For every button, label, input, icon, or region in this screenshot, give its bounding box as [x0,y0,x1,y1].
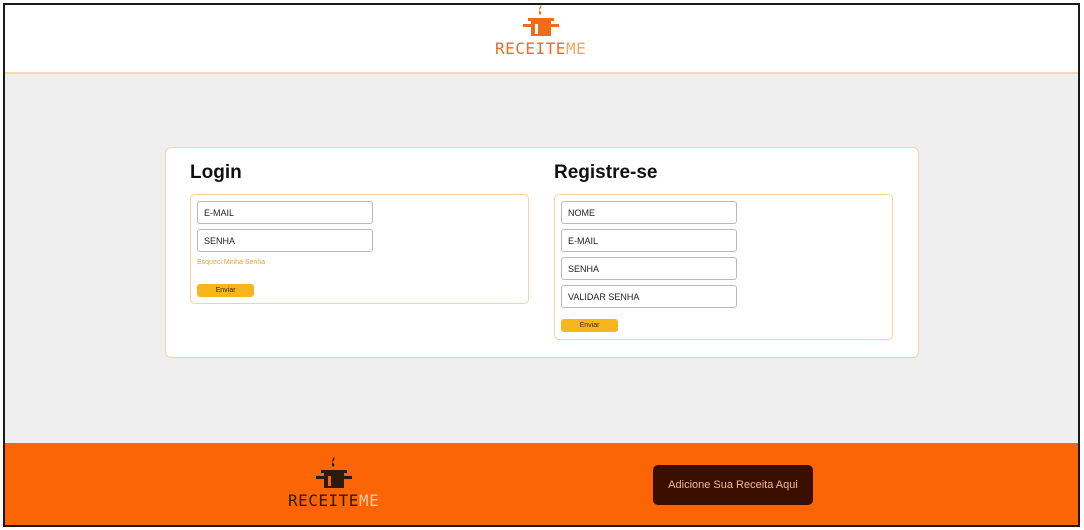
footer-pot-icon [315,470,352,488]
register-name-input[interactable]: NOME [561,201,737,224]
footer: RECEITEME Adicione Sua Receita Aqui [5,443,1078,525]
steam-icon: ​ [537,5,545,16]
register-form: NOME E-MAIL SENHA VALIDAR SENHA Enviar [554,194,893,340]
register-confirm-password-input[interactable]: VALIDAR SENHA [561,285,737,308]
auth-card: Login E-MAIL SENHA Esqueci Minha Senha E… [165,147,919,358]
brand-wordmark: RECEITEME [495,40,586,58]
brand-name-part2: ME [565,39,587,58]
register-password-input[interactable]: SENHA [561,257,737,280]
login-submit-button[interactable]: Enviar [197,284,254,297]
forgot-password-link[interactable]: Esqueci Minha Senha [197,259,265,266]
login-password-input[interactable]: SENHA [197,229,373,252]
header: ​ RECEITEME [5,5,1078,74]
login-email-input[interactable]: E-MAIL [197,201,373,224]
footer-steam-icon [330,457,338,468]
login-title: Login [190,162,242,183]
footer-brand-wordmark: RECEITEME [288,492,379,510]
brand-name-part1: RECEITE [495,39,566,58]
footer-brand-logo[interactable]: RECEITEME [288,457,379,510]
footer-brand-name-part1: RECEITE [288,491,359,510]
app-frame: ​ RECEITEME Login E-MAIL SENHA Esqueci M… [3,3,1080,527]
pot-icon [522,18,559,36]
register-email-input[interactable]: E-MAIL [561,229,737,252]
brand-logo[interactable]: ​ RECEITEME [495,5,586,58]
register-title: Registre-se [554,162,658,183]
footer-brand-name-part2: ME [358,491,380,510]
add-recipe-button[interactable]: Adicione Sua Receita Aqui [653,465,813,505]
login-form: E-MAIL SENHA Esqueci Minha Senha Enviar [190,194,529,304]
register-submit-button[interactable]: Enviar [561,319,618,332]
